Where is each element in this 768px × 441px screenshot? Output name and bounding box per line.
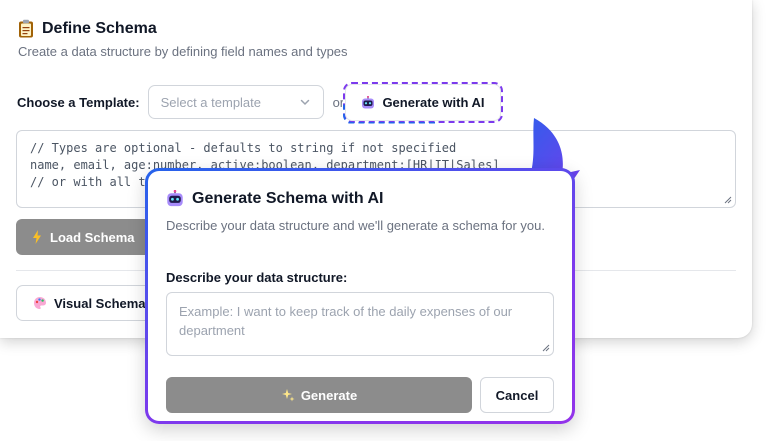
template-row: Choose a Template: Select a template or	[17, 85, 350, 119]
template-select-value: Select a template	[160, 94, 262, 110]
lightning-icon	[33, 230, 41, 244]
robot-icon	[362, 95, 375, 108]
chevron-down-icon	[300, 99, 309, 106]
page-title: Define Schema	[42, 19, 157, 37]
page-subtitle: Create a data structure by defining fiel…	[18, 44, 348, 59]
load-schema-button[interactable]: Load Schema	[16, 219, 156, 255]
resize-grip-icon[interactable]	[724, 196, 732, 204]
template-select[interactable]: Select a template	[147, 85, 324, 119]
generate-button[interactable]: Generate	[166, 377, 472, 413]
modal-title: Generate Schema with AI	[192, 190, 384, 207]
visual-schema-label: Visual Schema	[54, 295, 146, 311]
resize-grip-icon[interactable]	[542, 344, 550, 352]
modal-header: Generate Schema with AI	[166, 190, 383, 208]
generate-with-ai-button[interactable]: Generate with AI	[343, 82, 503, 123]
palette-icon	[34, 297, 46, 309]
description-placeholder: Example: I want to keep track of the dai…	[179, 304, 513, 338]
code-line: // Types are optional - defaults to stri…	[30, 141, 457, 155]
generate-label: Generate	[300, 387, 358, 403]
schema-header: Define Schema	[18, 19, 157, 38]
generate-schema-modal: Generate Schema with AI Describe your da…	[145, 168, 575, 424]
visual-schema-button[interactable]: Visual Schema	[16, 285, 166, 321]
modal-description: Describe your data structure and we'll g…	[166, 218, 545, 233]
description-field-label: Describe your data structure:	[166, 270, 348, 285]
template-label: Choose a Template:	[17, 94, 140, 110]
robot-icon	[167, 190, 183, 207]
load-schema-label: Load Schema	[50, 229, 135, 245]
modal-body: Generate Schema with AI Describe your da…	[148, 171, 572, 421]
description-textarea[interactable]: Example: I want to keep track of the dai…	[166, 292, 554, 356]
sparkles-icon	[281, 389, 295, 402]
clipboard-icon	[19, 19, 33, 38]
cancel-label: Cancel	[495, 387, 539, 403]
generate-with-ai-label: Generate with AI	[382, 95, 485, 110]
cancel-button[interactable]: Cancel	[480, 377, 554, 413]
